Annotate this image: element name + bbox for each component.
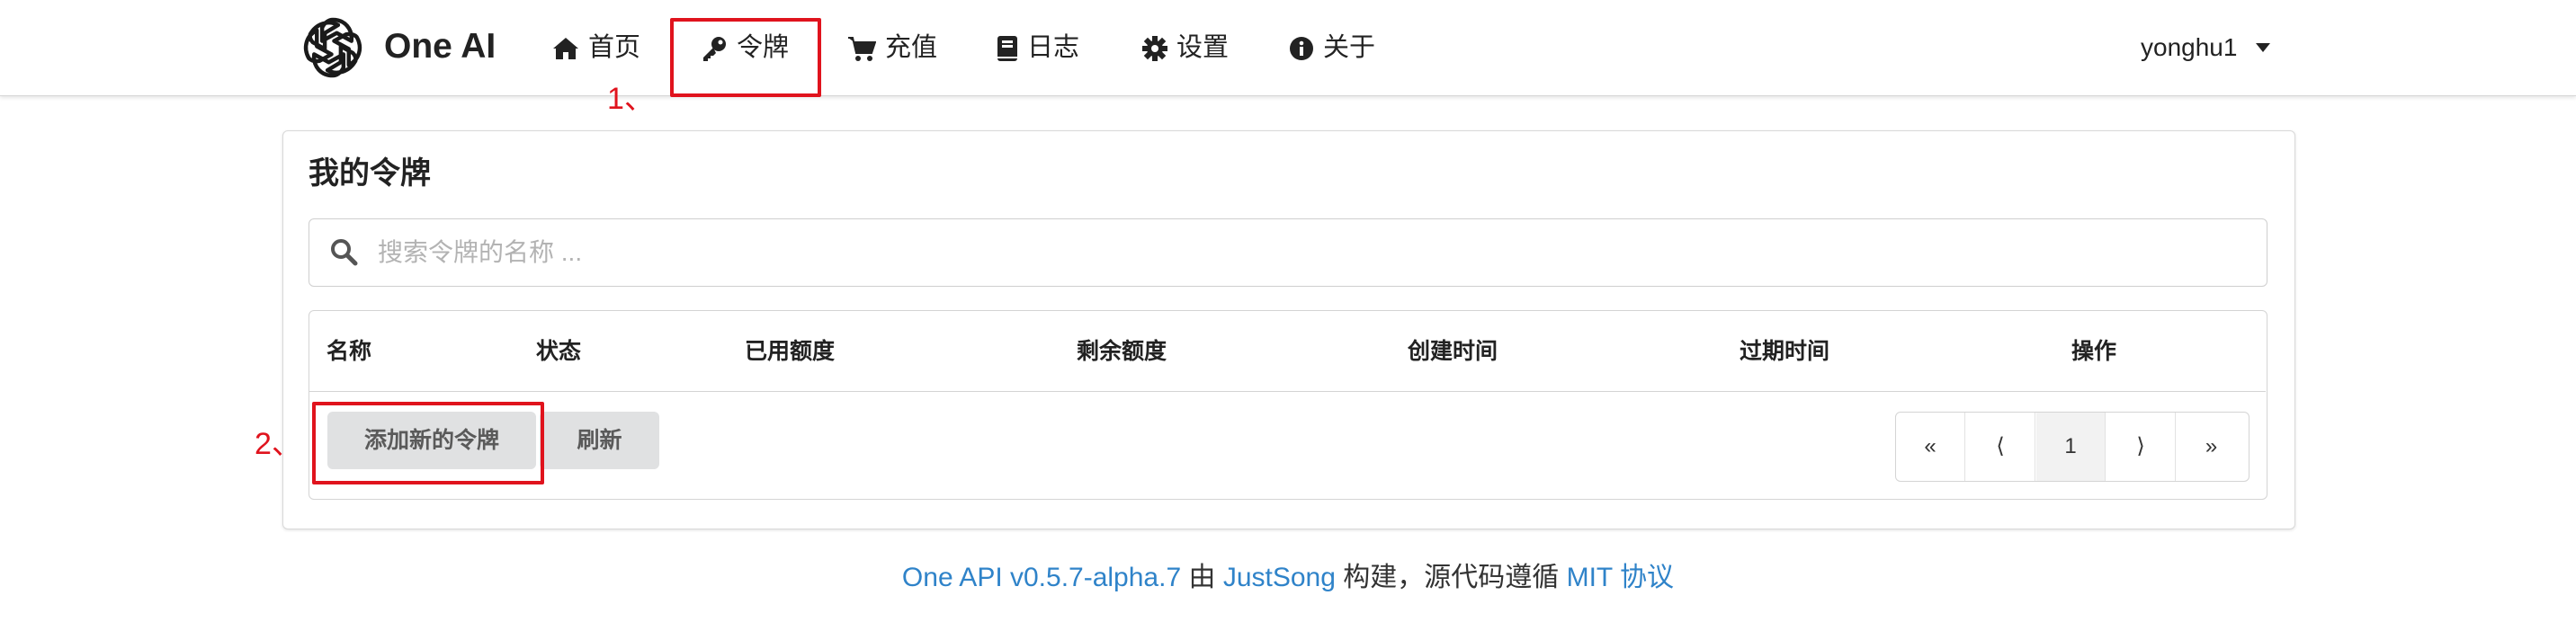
col-actions: 操作 bbox=[2071, 339, 2117, 364]
col-remaining-quota[interactable]: 剩余额度 bbox=[1077, 333, 1167, 369]
nav-about-label: 关于 bbox=[1323, 33, 1376, 62]
col-name[interactable]: 名称 bbox=[326, 333, 371, 369]
page-current-button[interactable]: 1 bbox=[2036, 413, 2106, 481]
page-first-button[interactable]: « bbox=[1896, 413, 1965, 481]
nav-settings-label: 设置 bbox=[1176, 33, 1230, 62]
nav-home-label: 首页 bbox=[588, 33, 641, 62]
page-last-button[interactable]: » bbox=[2177, 413, 2246, 481]
footer-built: 构建，源代码遵循 bbox=[1343, 563, 1560, 592]
user-menu[interactable]: yonghu1 bbox=[2141, 27, 2237, 68]
nav-topup-label: 充值 bbox=[885, 33, 938, 62]
footer-author-link[interactable]: JustSong bbox=[1223, 563, 1336, 592]
search-icon bbox=[331, 239, 358, 266]
pagination: « ⟨ 1 ⟩ » bbox=[1895, 412, 2250, 482]
info-icon bbox=[1289, 36, 1314, 61]
col-expire-time[interactable]: 过期时间 bbox=[1740, 333, 1829, 369]
nav-topup[interactable]: 充值 bbox=[847, 27, 937, 68]
page-next-button[interactable]: ⟩ bbox=[2106, 413, 2176, 481]
brand-name[interactable]: One AI bbox=[384, 24, 496, 69]
home-icon bbox=[552, 36, 579, 61]
footer-product-link[interactable]: One API v0.5.7-alpha.7 bbox=[902, 563, 1181, 592]
search-input[interactable] bbox=[376, 227, 2250, 278]
annotation-step2: 2、 bbox=[255, 427, 302, 461]
book-icon bbox=[997, 35, 1018, 62]
top-navbar: One AI 首页 令牌 充值 日志 设置 关于 yonghu1 bbox=[0, 0, 2576, 96]
caret-down-icon[interactable] bbox=[2256, 43, 2270, 52]
openai-logo-icon[interactable] bbox=[300, 14, 366, 81]
col-status[interactable]: 状态 bbox=[536, 333, 581, 369]
nav-home[interactable]: 首页 bbox=[552, 27, 640, 68]
nav-about[interactable]: 关于 bbox=[1289, 27, 1375, 68]
nav-settings[interactable]: 设置 bbox=[1142, 27, 1229, 68]
refresh-button[interactable]: 刷新 bbox=[540, 412, 659, 469]
footer-license-link[interactable]: MIT 协议 bbox=[1567, 563, 1674, 592]
annotation-box-step1 bbox=[670, 18, 821, 97]
nav-logs[interactable]: 日志 bbox=[997, 27, 1079, 68]
page-title: 我的令牌 bbox=[309, 156, 431, 191]
table-header-divider bbox=[309, 391, 2266, 392]
footer: One API v0.5.7-alpha.7 由 JustSong 构建，源代码… bbox=[0, 557, 2576, 599]
footer-by: 由 bbox=[1188, 563, 1216, 592]
annotation-step1: 1、 bbox=[607, 82, 655, 116]
col-used-quota[interactable]: 已用额度 bbox=[745, 333, 835, 369]
nav-logs-label: 日志 bbox=[1027, 33, 1080, 62]
cart-icon bbox=[847, 35, 876, 62]
gear-icon bbox=[1142, 36, 1167, 62]
page-prev-button[interactable]: ⟨ bbox=[1966, 413, 2035, 481]
col-created-time[interactable]: 创建时间 bbox=[1408, 333, 1498, 369]
annotation-box-step2 bbox=[312, 402, 544, 484]
